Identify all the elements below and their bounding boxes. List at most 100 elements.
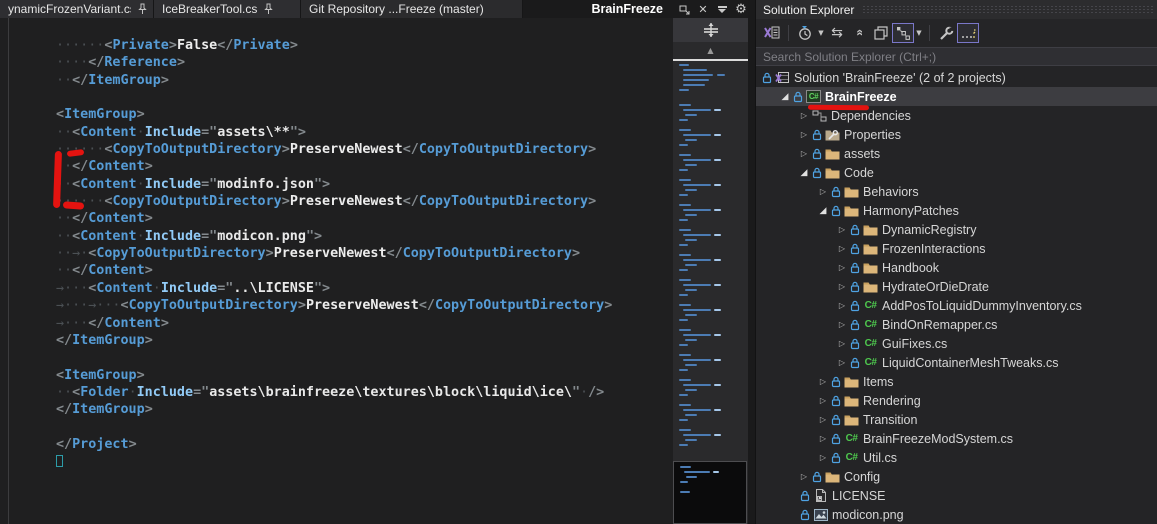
show-all-files-icon[interactable] (957, 23, 979, 43)
code-line: ··<Content·Include="modicon.png"> (56, 228, 612, 245)
folder-icon (861, 224, 880, 236)
tree-item-addpostoliquiddummyinventory-cs[interactable]: ▷C#AddPosToLiquidDummyInventory.cs (756, 296, 1157, 315)
tree-item-brainfreezemodsystem-cs[interactable]: ▷C#BrainFreezeModSystem.cs (756, 429, 1157, 448)
folder-icon (861, 262, 880, 274)
keep-open-icon[interactable] (676, 1, 692, 17)
tab-icebreakertool-cs[interactable]: IceBreakerTool.cs (154, 0, 301, 18)
pending-changes-filter-icon-dropdown[interactable]: ▼ (816, 29, 826, 37)
code-line: <ItemGroup> (56, 106, 612, 123)
tree-item-label: Transition (861, 413, 917, 427)
solution-search-input[interactable]: Search Solution Explorer (Ctrl+;) (756, 47, 1157, 66)
lock-icon (791, 91, 804, 103)
tree-item-handbook[interactable]: ▷Handbook (756, 258, 1157, 277)
tree-item-license[interactable]: LICENSE (756, 486, 1157, 505)
folder-icon (842, 414, 861, 426)
expand-arrow-icon[interactable]: ▷ (817, 396, 829, 405)
split-handle-icon (703, 23, 719, 37)
solution-tree: Solution 'BrainFreeze' (2 of 2 projects)… (756, 68, 1157, 524)
tree-item-label: Behaviors (861, 185, 919, 199)
code-text[interactable]: ······<Private>False</Private>····</Refe… (56, 37, 612, 471)
solution-explorer-panel: Solution Explorer ▼⇆»▼ Search Solution E… (755, 0, 1157, 524)
tree-item-solution-brainfreeze-2-of-2-projects-[interactable]: Solution 'BrainFreeze' (2 of 2 projects) (756, 68, 1157, 87)
code-editor[interactable]: ······<Private>False</Private>····</Refe… (0, 18, 673, 524)
collapse-arrow-icon[interactable]: ◢ (817, 206, 829, 216)
expand-arrow-icon[interactable]: ▷ (817, 415, 829, 424)
tree-item-hydrateordiedrate[interactable]: ▷HydrateOrDieDrate (756, 277, 1157, 296)
expand-arrow-icon[interactable]: ▷ (836, 263, 848, 272)
expand-arrow-icon[interactable]: ▷ (836, 358, 848, 367)
tree-item-label: BrainFreezeModSystem.cs (861, 432, 1013, 446)
sync-active-document-icon[interactable]: ⇆ (826, 23, 848, 43)
code-line (56, 89, 612, 106)
expand-arrow-icon[interactable]: ▷ (836, 282, 848, 291)
folder-icon (823, 167, 842, 179)
solution-explorer-title: Solution Explorer (763, 3, 862, 17)
expand-arrow-icon[interactable]: ▷ (836, 320, 848, 329)
tree-item-assets[interactable]: ▷assets (756, 144, 1157, 163)
pin-icon[interactable] (264, 3, 273, 15)
tree-item-guifixes-cs[interactable]: ▷C#GuiFixes.cs (756, 334, 1157, 353)
tree-item-properties[interactable]: ▷ Properties (756, 125, 1157, 144)
tree-item-brainfreeze[interactable]: ◢C#BrainFreeze (756, 87, 1157, 106)
collapse-arrow-icon[interactable]: ◢ (798, 168, 810, 178)
lock-icon (848, 243, 861, 255)
track-active-item-icon-dropdown[interactable]: ▼ (914, 29, 924, 37)
tree-item-label: Properties (842, 128, 901, 142)
wrench-icon[interactable] (935, 23, 957, 43)
folder-icon (842, 205, 861, 217)
folder-icon (861, 243, 880, 255)
track-active-item-icon[interactable] (892, 23, 914, 43)
tree-item-label: LiquidContainerMeshTweaks.cs (880, 356, 1058, 370)
tree-item-harmonypatches[interactable]: ◢HarmonyPatches (756, 201, 1157, 220)
close-icon[interactable]: ✕ (695, 1, 711, 17)
tab-git-repository-freeze-master-[interactable]: Git Repository ...Freeze (master) (301, 0, 523, 18)
tree-item-items[interactable]: ▷Items (756, 372, 1157, 391)
expand-arrow-icon[interactable]: ▷ (836, 244, 848, 253)
tree-item-label: BrainFreeze (823, 90, 897, 104)
tree-item-behaviors[interactable]: ▷ Behaviors (756, 182, 1157, 201)
expand-arrow-icon[interactable]: ▷ (798, 149, 810, 158)
pending-changes-filter-icon[interactable] (794, 23, 816, 43)
settings-gear-icon[interactable]: ⚙ (733, 1, 749, 17)
pin-icon[interactable] (138, 3, 147, 15)
copy-properties-icon[interactable] (870, 23, 892, 43)
tree-item-bindonremapper-cs[interactable]: ▷C#BindOnRemapper.cs (756, 315, 1157, 334)
expand-arrow-icon[interactable]: ▷ (817, 434, 829, 443)
tree-item-util-cs[interactable]: ▷C#Util.cs (756, 448, 1157, 467)
csfile-icon: C# (861, 338, 880, 349)
tree-item-dynamicregistry[interactable]: ▷DynamicRegistry (756, 220, 1157, 239)
scroll-up-arrow-icon[interactable]: ▲ (673, 42, 748, 59)
tab-list-icon[interactable] (714, 1, 730, 17)
tree-item-modicon-png[interactable]: modicon.png (756, 505, 1157, 524)
switch-views-icon[interactable] (761, 23, 783, 43)
editor-splitter-handle[interactable] (673, 18, 748, 42)
expand-arrow-icon[interactable]: ▷ (798, 111, 810, 120)
tree-item-code[interactable]: ◢Code (756, 163, 1157, 182)
expand-arrow-icon[interactable]: ▷ (798, 130, 810, 139)
expand-arrow-icon[interactable]: ▷ (836, 339, 848, 348)
collapse-all-icon[interactable]: » (848, 23, 870, 43)
active-tab-brainfreeze[interactable]: BrainFreeze✕⚙ (591, 0, 755, 18)
folder-icon (823, 148, 842, 160)
tree-item-config[interactable]: ▷Config (756, 467, 1157, 486)
expand-arrow-icon[interactable]: ▷ (817, 187, 829, 196)
expand-arrow-icon[interactable]: ▷ (817, 453, 829, 462)
solution-explorer-titlebar[interactable]: Solution Explorer (756, 0, 1157, 19)
lock-icon (848, 300, 861, 312)
expand-arrow-icon[interactable]: ▷ (798, 472, 810, 481)
tab-ynamicfrozenvariant-cs[interactable]: ynamicFrozenVariant.cs (0, 0, 154, 18)
code-line (56, 419, 612, 436)
tree-item-rendering[interactable]: ▷Rendering (756, 391, 1157, 410)
folder-icon (842, 376, 861, 388)
tree-item-frozeninteractions[interactable]: ▷FrozenInteractions (756, 239, 1157, 258)
editor-minimap-scrollbar[interactable]: ▲ (673, 18, 748, 524)
tree-item-transition[interactable]: ▷ Transition (756, 410, 1157, 429)
collapse-arrow-icon[interactable]: ◢ (779, 92, 791, 102)
tree-item-liquidcontainermeshtweaks-cs[interactable]: ▷C#LiquidContainerMeshTweaks.cs (756, 353, 1157, 372)
end-of-file-marker (56, 455, 63, 467)
tree-item-label: LICENSE (830, 489, 886, 503)
expand-arrow-icon[interactable]: ▷ (817, 377, 829, 386)
minimap-viewport-box[interactable] (673, 461, 747, 524)
expand-arrow-icon[interactable]: ▷ (836, 225, 848, 234)
expand-arrow-icon[interactable]: ▷ (836, 301, 848, 310)
